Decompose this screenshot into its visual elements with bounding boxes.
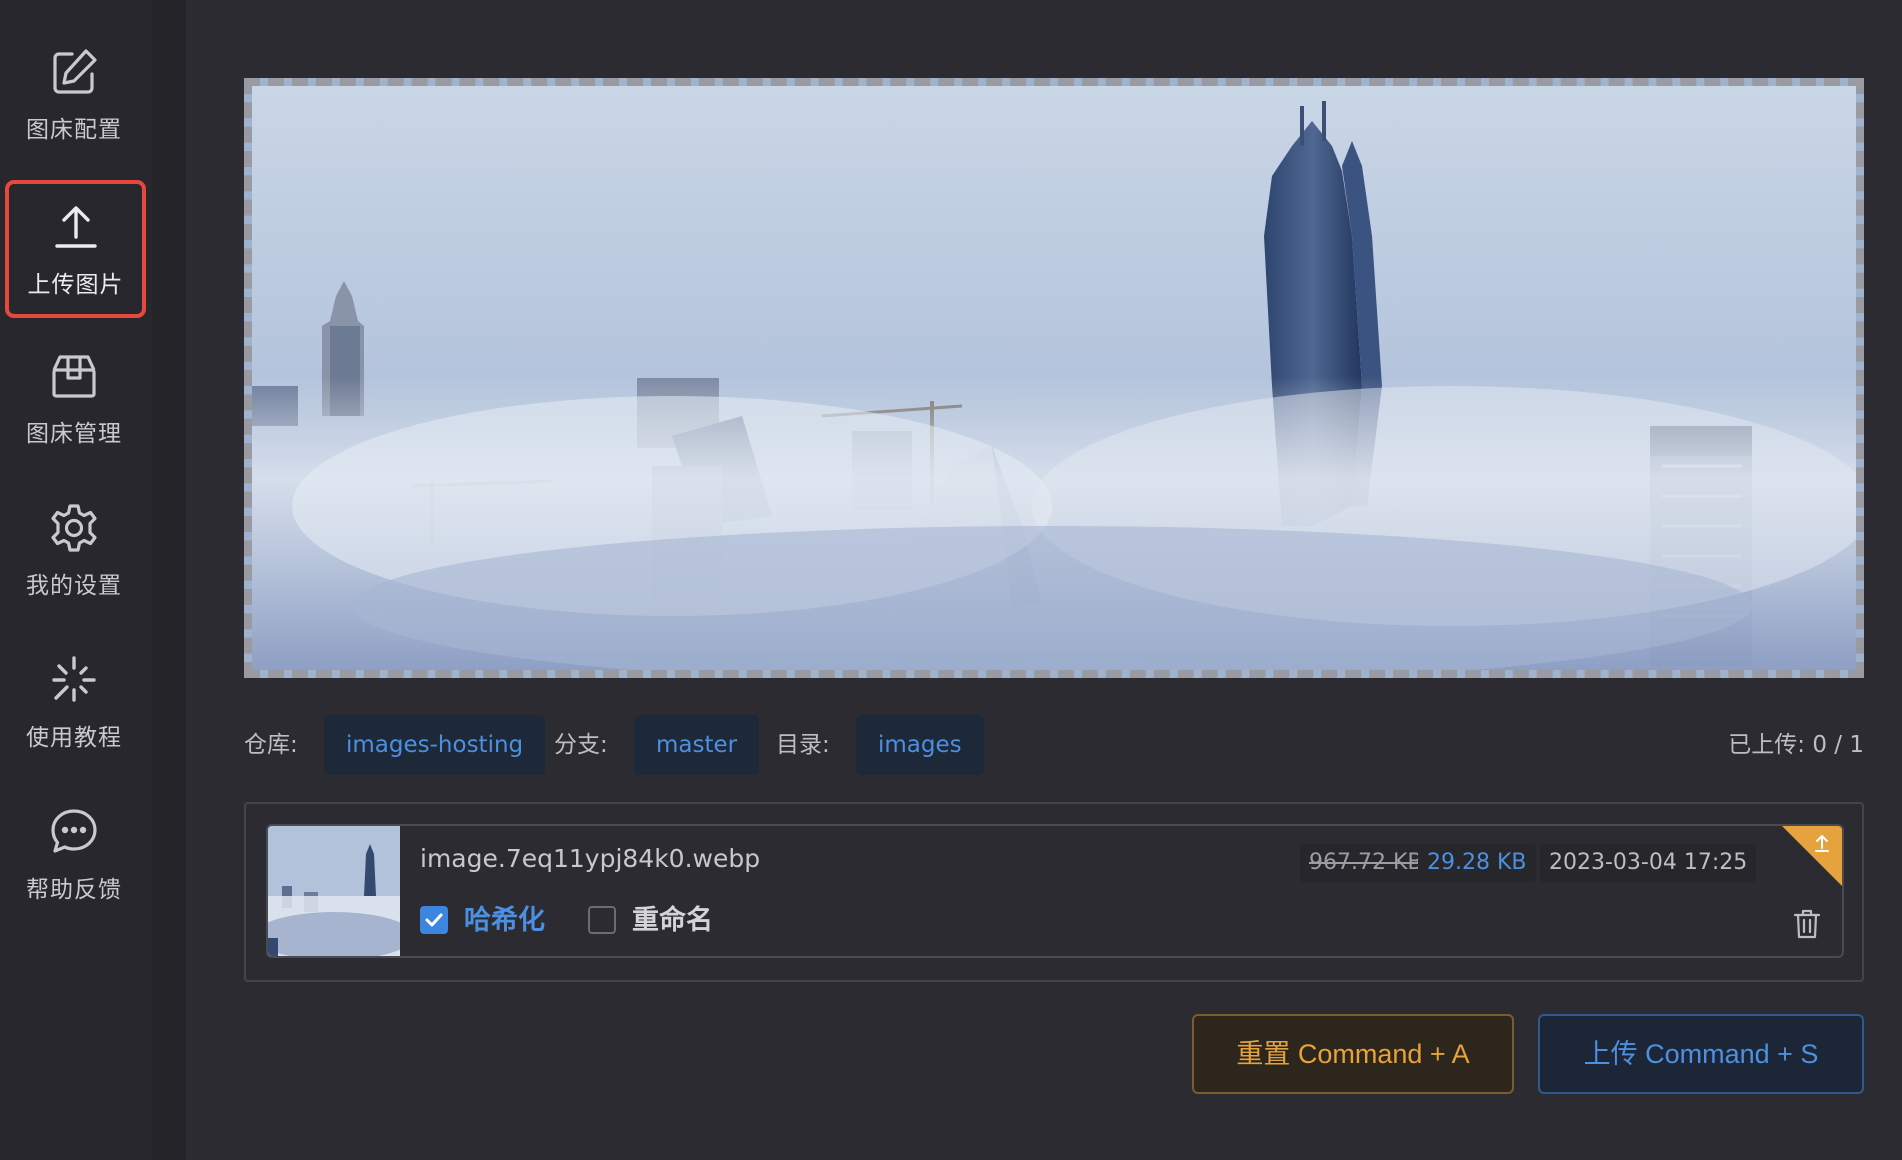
upload-button[interactable]: 上传 Command + S xyxy=(1538,1014,1864,1094)
edit-icon xyxy=(46,44,102,100)
sidebar-divider xyxy=(152,0,186,1160)
branch-label: 分支: xyxy=(554,732,608,758)
dir-label: 目录: xyxy=(776,732,830,758)
dir-tag[interactable]: images xyxy=(856,715,984,775)
file-thumbnail[interactable] xyxy=(268,826,400,956)
sidebar-item-label: 帮助反馈 xyxy=(26,877,122,903)
file-list: image.7eq11ypj84k0.webp 哈希化 重命名 967.72 K… xyxy=(244,802,1864,982)
file-list-item: image.7eq11ypj84k0.webp 哈希化 重命名 967.72 K… xyxy=(266,824,1844,958)
repo-label: 仓库: xyxy=(244,732,298,758)
sidebar-item-image-host-manage[interactable]: 图床管理 xyxy=(12,332,136,464)
sidebar-item-label: 图床配置 xyxy=(26,117,122,143)
upload-status-corner xyxy=(1782,826,1842,886)
app-window: 图床配置 上传图片 图床管理 我的设置 使用教程 帮助反馈 仓库: images… xyxy=(0,0,1902,1160)
compressed-size-tag: 29.28 KB xyxy=(1418,844,1536,882)
sidebar-item-label: 图床管理 xyxy=(26,421,122,447)
upload-drop-zone[interactable] xyxy=(244,78,1864,678)
sidebar-item-tutorial[interactable]: 使用教程 xyxy=(12,636,136,768)
gear-icon xyxy=(46,500,102,556)
sidebar-item-label: 上传图片 xyxy=(27,272,124,298)
chat-icon xyxy=(46,804,102,860)
file-name: image.7eq11ypj84k0.webp xyxy=(420,844,761,873)
checkmark-icon xyxy=(425,913,443,927)
trash-icon[interactable] xyxy=(1792,908,1822,940)
main-panel: 仓库: images-hosting 分支: master 目录: images… xyxy=(186,0,1902,1160)
hash-label[interactable]: 哈希化 xyxy=(464,898,545,937)
box-icon xyxy=(46,348,102,404)
sidebar: 图床配置 上传图片 图床管理 我的设置 使用教程 帮助反馈 xyxy=(0,0,152,1160)
image-preview xyxy=(252,86,1856,670)
sidebar-item-image-host-config[interactable]: 图床配置 xyxy=(12,28,136,160)
sidebar-item-label: 我的设置 xyxy=(26,573,122,599)
hash-checkbox[interactable] xyxy=(420,906,448,934)
rename-checkbox[interactable] xyxy=(588,906,616,934)
rename-label[interactable]: 重命名 xyxy=(632,898,713,937)
sidebar-item-help-feedback[interactable]: 帮助反馈 xyxy=(12,788,136,920)
original-size-tag: 967.72 KB xyxy=(1300,844,1432,882)
sidebar-item-my-settings[interactable]: 我的设置 xyxy=(12,484,136,616)
reset-button[interactable]: 重置 Command + A xyxy=(1192,1014,1514,1094)
upload-date-tag: 2023-03-04 17:25 xyxy=(1540,844,1757,882)
sidebar-item-label: 使用教程 xyxy=(26,725,122,751)
repo-info-row: 仓库: images-hosting 分支: master 目录: images… xyxy=(244,713,1864,777)
repo-tag[interactable]: images-hosting xyxy=(324,715,546,775)
upload-icon xyxy=(48,199,104,255)
sparkle-icon xyxy=(46,652,102,708)
branch-tag[interactable]: master xyxy=(634,715,760,775)
sidebar-item-upload-image[interactable]: 上传图片 xyxy=(5,180,146,318)
uploaded-count: 已上传: 0 / 1 xyxy=(1728,732,1864,758)
